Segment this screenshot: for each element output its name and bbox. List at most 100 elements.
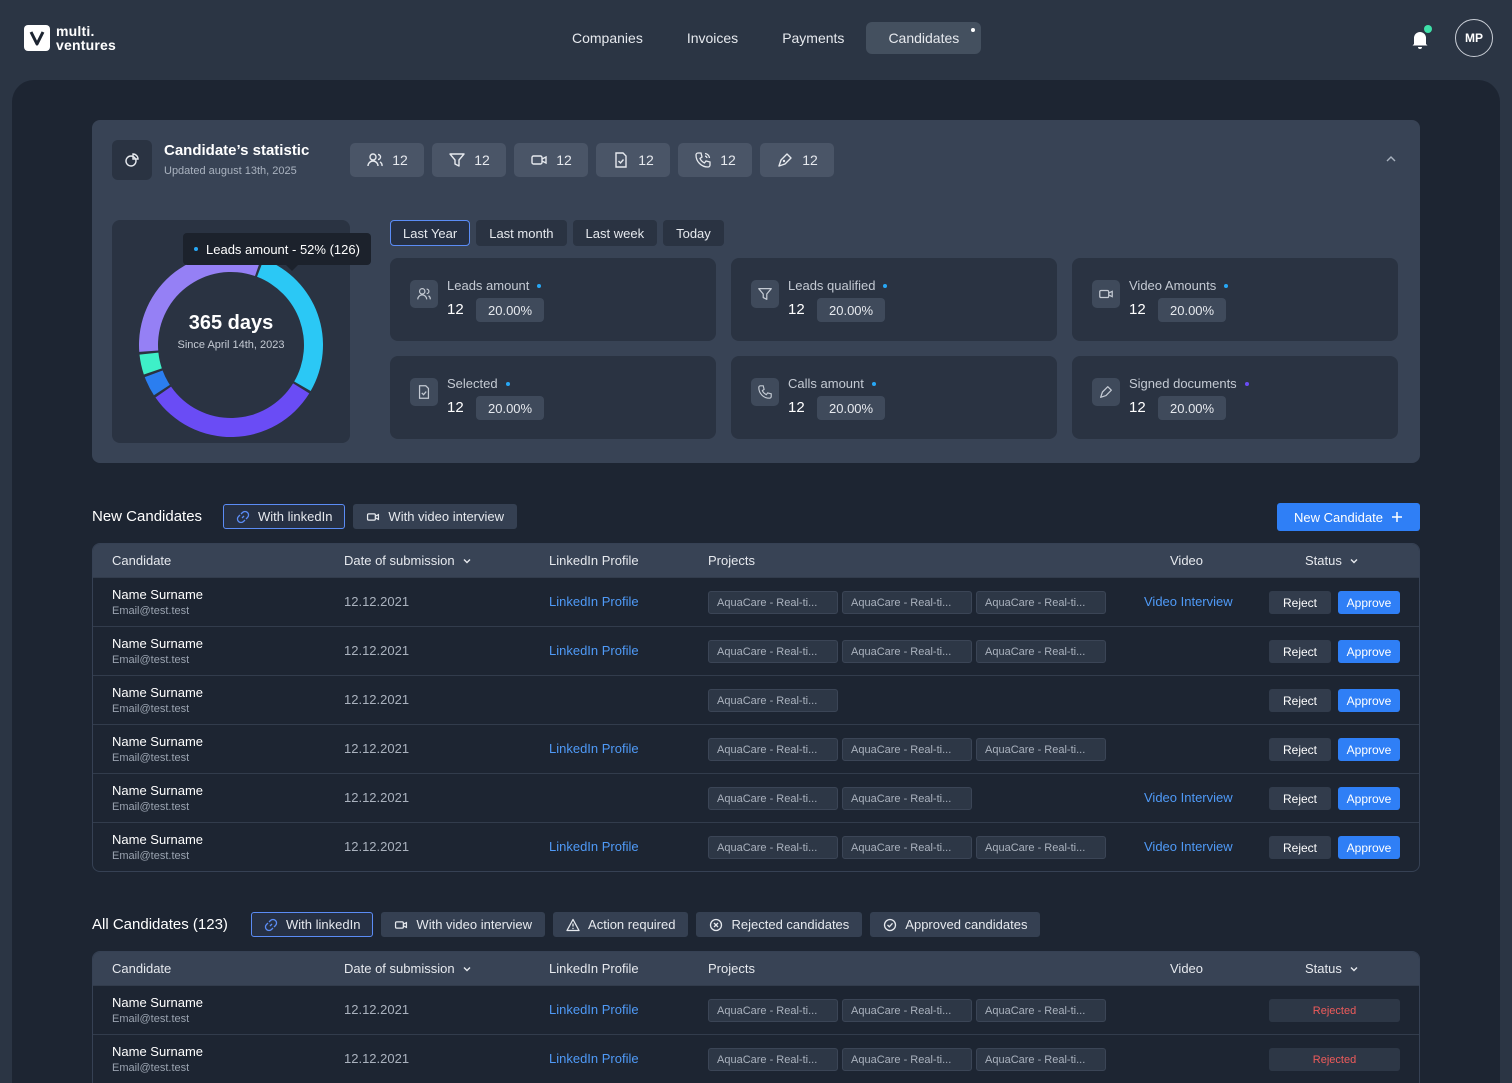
chip-filter[interactable]: 12 [432,143,506,177]
users-icon [410,280,438,308]
candidate-name[interactable]: Name Surname [112,587,203,602]
project-tag[interactable]: AquaCare - Real-ti... [976,1048,1106,1071]
donut-segment-2[interactable] [155,383,310,437]
filter-label: With video interview [388,509,505,524]
approve-button[interactable]: Approve [1338,689,1400,712]
video-interview-link[interactable]: Video Interview [1144,839,1233,854]
filter-action-required[interactable]: Action required [553,912,689,937]
warning-icon [566,918,580,932]
chip-video[interactable]: 12 [514,143,588,177]
project-tag[interactable]: AquaCare - Real-ti... [842,836,972,859]
linkedin-profile-link[interactable]: LinkedIn Profile [549,594,639,609]
filter-with-video-interview[interactable]: With video interview [381,912,546,937]
metric-dot [505,381,510,386]
project-tag[interactable]: AquaCare - Real-ti... [708,591,838,614]
candidate-name[interactable]: Name Surname [112,1044,203,1059]
filter-approved-candidates[interactable]: Approved candidates [870,912,1041,937]
period-tabs: Last Year Last month Last week Today [390,220,724,246]
chip-pen[interactable]: 12 [760,143,834,177]
project-tag[interactable]: AquaCare - Real-ti... [708,836,838,859]
tab-last-week[interactable]: Last week [572,220,658,246]
project-tag[interactable]: AquaCare - Real-ti... [842,787,972,810]
filter-with-linkedin[interactable]: With linkedIn [251,912,374,937]
chevron-up-icon[interactable] [1382,150,1400,168]
candidate-name[interactable]: Name Surname [112,832,203,847]
project-tag[interactable]: AquaCare - Real-ti... [842,999,972,1022]
chip-document[interactable]: 12 [596,143,670,177]
project-tag[interactable]: AquaCare - Real-ti... [976,640,1106,663]
column-date[interactable]: Date of submission [344,553,473,568]
table-row: Name Surname Email@test.test 12.12.2021 Aqu… [93,675,1419,724]
filter-label: With linkedIn [258,509,333,524]
column-projects: Projects [708,553,755,568]
reject-button[interactable]: Reject [1269,836,1331,859]
users-icon [366,151,384,169]
approve-button[interactable]: Approve [1338,787,1400,810]
chevron-down-icon [461,555,473,567]
metric-dot [883,283,888,288]
new-candidates-rows: Name Surname Email@test.test 12.12.2021 Lin… [93,577,1419,871]
reject-button[interactable]: Reject [1269,591,1331,614]
projects-list: AquaCare - Real-ti... AquaCare - Real-ti.… [708,1048,1106,1071]
tab-today[interactable]: Today [663,220,724,246]
project-tag[interactable]: AquaCare - Real-ti... [708,640,838,663]
project-tag[interactable]: AquaCare - Real-ti... [708,689,838,712]
nav-item-payments[interactable]: Payments [760,22,866,54]
video-interview-link[interactable]: Video Interview [1144,790,1233,805]
candidate-name[interactable]: Name Surname [112,783,203,798]
x-circle-icon [709,918,723,932]
metric-label-text: Calls amount [788,376,864,391]
metric-label-text: Leads amount [447,278,530,293]
approve-button[interactable]: Approve [1338,591,1400,614]
linkedin-profile-link[interactable]: LinkedIn Profile [549,1002,639,1017]
video-interview-link[interactable]: Video Interview [1144,594,1233,609]
table-header: Candidate Date of submission LinkedIn Pr… [93,544,1419,577]
linkedin-profile-link[interactable]: LinkedIn Profile [549,1051,639,1066]
column-status[interactable]: Status [1305,961,1360,976]
linkedin-profile-link[interactable]: LinkedIn Profile [549,643,639,658]
reject-button[interactable]: Reject [1269,689,1331,712]
reject-button[interactable]: Reject [1269,640,1331,663]
candidate-name[interactable]: Name Surname [112,734,203,749]
project-tag[interactable]: AquaCare - Real-ti... [708,1048,838,1071]
project-tag[interactable]: AquaCare - Real-ti... [708,787,838,810]
approve-button[interactable]: Approve [1338,640,1400,663]
project-tag[interactable]: AquaCare - Real-ti... [976,999,1106,1022]
linkedin-profile-link[interactable]: LinkedIn Profile [549,839,639,854]
filter-rejected-candidates[interactable]: Rejected candidates [696,912,863,937]
nav-item-companies[interactable]: Companies [550,22,665,54]
column-date[interactable]: Date of submission [344,961,473,976]
project-tag[interactable]: AquaCare - Real-ti... [842,591,972,614]
project-tag[interactable]: AquaCare - Real-ti... [708,999,838,1022]
chip-phone[interactable]: 12 [678,143,752,177]
project-tag[interactable]: AquaCare - Real-ti... [842,1048,972,1071]
linkedin-profile-link[interactable]: LinkedIn Profile [549,741,639,756]
project-tag[interactable]: AquaCare - Real-ti... [976,836,1106,859]
filter-with-linkedin[interactable]: With linkedIn [223,504,346,529]
project-tag[interactable]: AquaCare - Real-ti... [976,591,1106,614]
column-status[interactable]: Status [1305,553,1360,568]
candidate-name[interactable]: Name Surname [112,685,203,700]
reject-button[interactable]: Reject [1269,787,1331,810]
nav-item-invoices[interactable]: Invoices [665,22,760,54]
project-tag[interactable]: AquaCare - Real-ti... [976,738,1106,761]
chip-users[interactable]: 12 [350,143,424,177]
donut-segment-4[interactable] [139,352,162,375]
filter-with-video-interview[interactable]: With video interview [353,504,518,529]
nav-item-candidates[interactable]: Candidates [866,22,982,54]
status-badge: Rejected [1269,999,1400,1022]
approve-button[interactable]: Approve [1338,836,1400,859]
approve-button[interactable]: Approve [1338,738,1400,761]
avatar[interactable]: MP [1455,19,1493,57]
tab-last-year[interactable]: Last Year [390,220,471,246]
logo[interactable]: multi. ventures [24,24,116,52]
project-tag[interactable]: AquaCare - Real-ti... [842,640,972,663]
project-tag[interactable]: AquaCare - Real-ti... [708,738,838,761]
project-tag[interactable]: AquaCare - Real-ti... [842,738,972,761]
tab-last-month[interactable]: Last month [476,220,567,246]
submission-date: 12.12.2021 [344,1002,410,1017]
reject-button[interactable]: Reject [1269,738,1331,761]
new-candidate-button[interactable]: New Candidate [1277,503,1420,531]
candidate-name[interactable]: Name Surname [112,995,203,1010]
candidate-name[interactable]: Name Surname [112,636,203,651]
